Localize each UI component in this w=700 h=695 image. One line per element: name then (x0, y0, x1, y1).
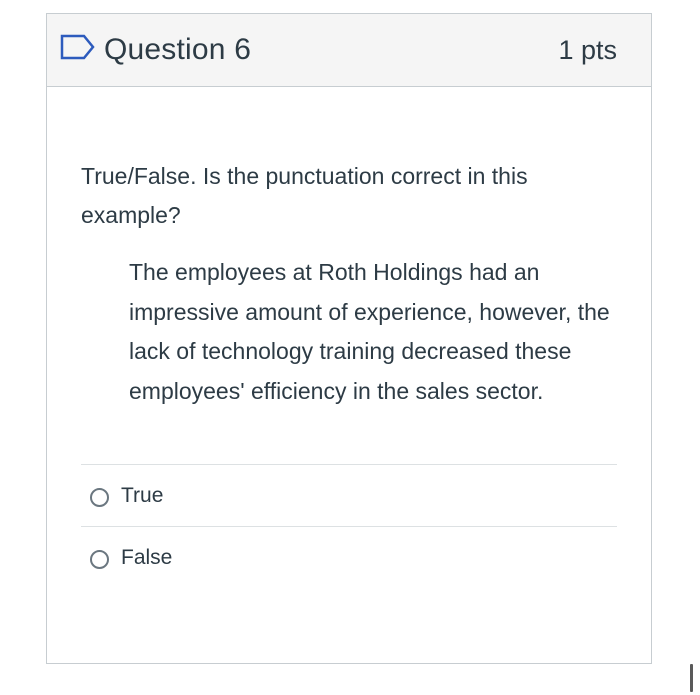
question-title: Question 6 (104, 33, 252, 66)
question-prompt: True/False. Is the punctuation correct i… (81, 163, 528, 228)
flag-question-icon[interactable] (60, 34, 96, 60)
question-body: True/False. Is the punctuation correct i… (47, 87, 651, 589)
radio-button[interactable] (90, 487, 109, 507)
answer-label: True (121, 483, 164, 507)
question-points: 1 pts (558, 34, 617, 65)
scrollbar-thumb[interactable] (690, 664, 693, 692)
answer-label: False (121, 546, 173, 569)
answer-option-false[interactable]: False (81, 527, 617, 589)
question-card: Question 6 1 pts True/False. Is the punc… (46, 13, 652, 664)
question-header: Question 6 1 pts (47, 14, 651, 87)
radio-button[interactable] (90, 550, 109, 569)
question-header-left: Question 6 (60, 33, 251, 67)
answer-option-true[interactable]: True (81, 465, 617, 527)
question-example: The employees at Roth Holdings had an im… (129, 259, 610, 404)
answer-list: True False (81, 464, 617, 589)
